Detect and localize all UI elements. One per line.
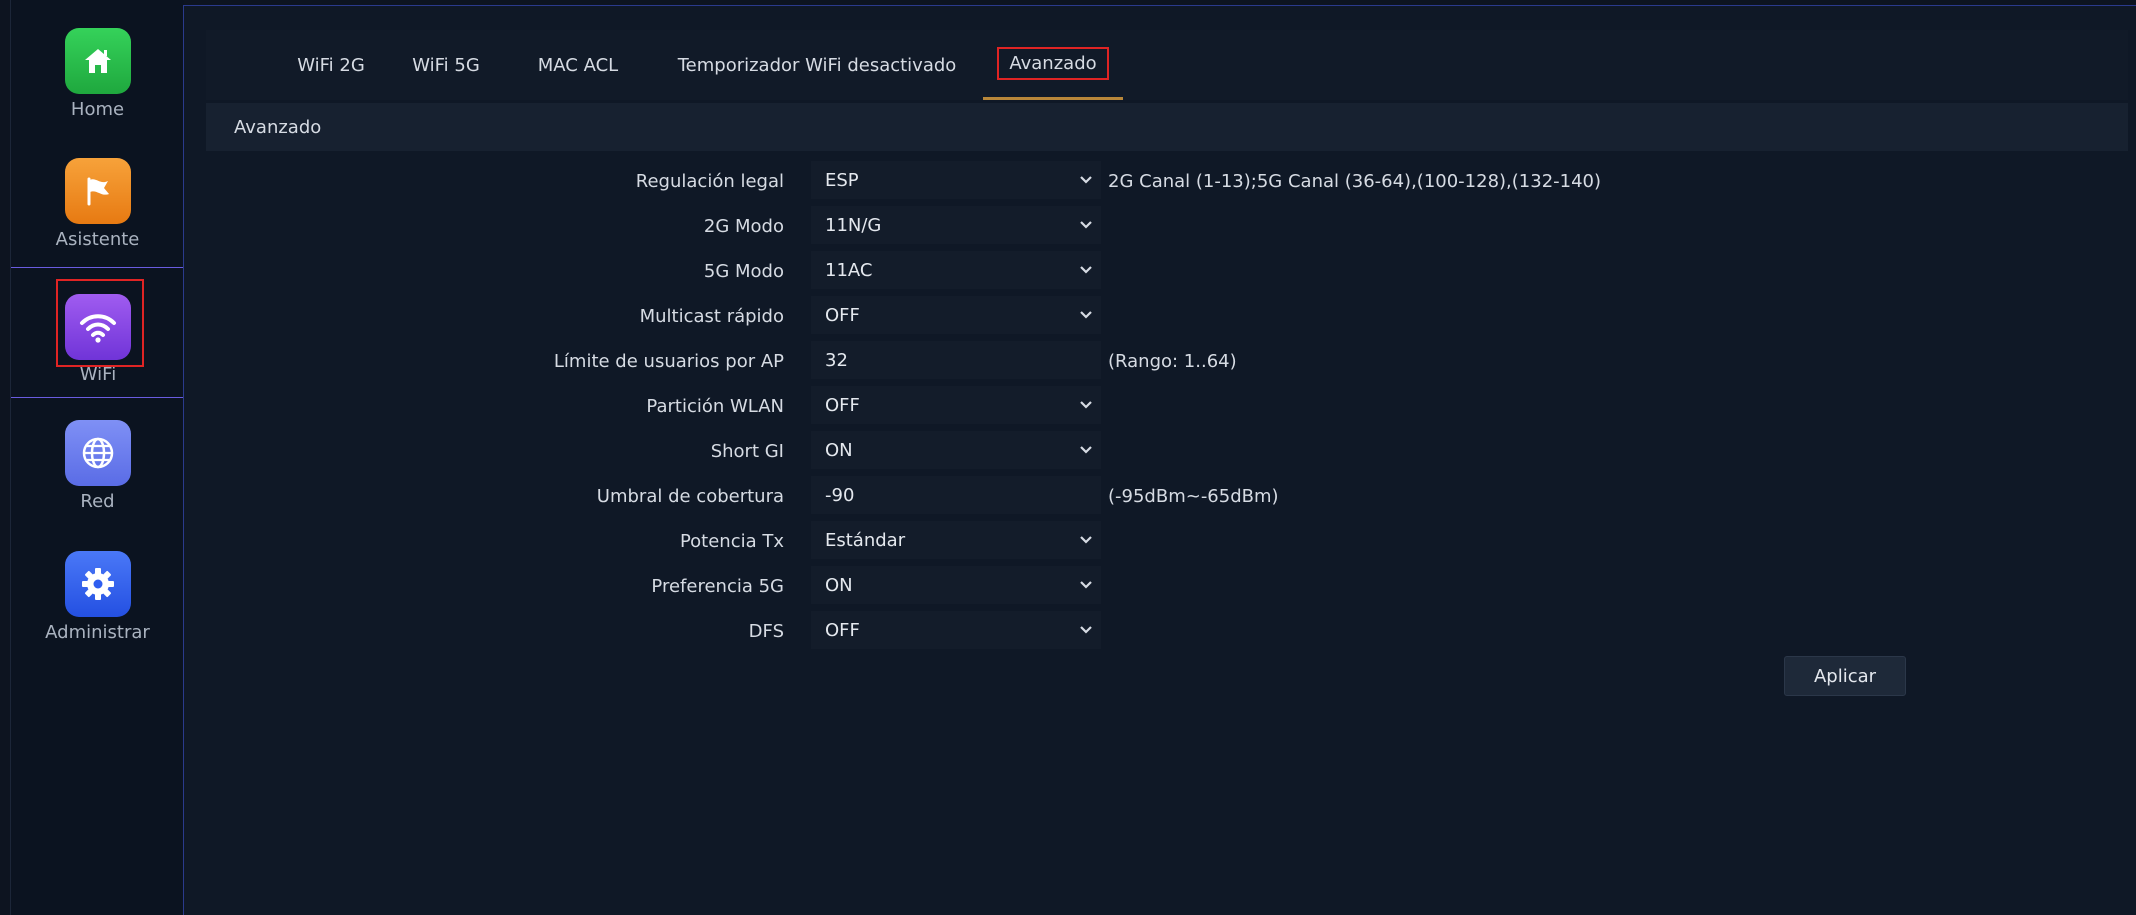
select-value: ON [825,439,853,461]
globe-icon [82,437,113,469]
sidebar-item-label: Red [80,491,115,512]
form-row-potencia-tx: Potencia Tx Estándar [184,521,2136,561]
form-label: Potencia Tx [679,530,784,552]
sidebar-item-label: Asistente [55,229,140,250]
chevron-down-icon [1080,581,1092,589]
form-row-2g-modo: 2G Modo 11N/G [184,206,2136,246]
form-row-preferencia-5g: Preferencia 5G ON [184,566,2136,606]
chevron-down-icon [1080,536,1092,544]
select-value: 11N/G [825,214,882,236]
flag-icon [87,177,109,206]
form-row-short-gi: Short GI ON [184,431,2136,471]
select-value: ESP [825,169,859,191]
5g-modo-select[interactable]: 11AC [811,251,1101,289]
dfs-select[interactable]: OFF [811,611,1101,649]
potencia-tx-select[interactable]: Estándar [811,521,1101,559]
form-row-limite-usuarios: Límite de usuarios por AP 32 (Rango: 1..… [184,341,2136,381]
home-icon [84,49,111,73]
sidebar-item-administrar[interactable]: Administrar [11,523,184,653]
form-label: Umbral de cobertura [596,485,784,507]
sidebar: Home Asistente WiFi Red Administrar [10,0,185,915]
form-row-multicast: Multicast rápido OFF [184,296,2136,336]
form-hint: (-95dBm~-65dBm) [1108,485,1279,507]
chevron-down-icon [1080,626,1092,634]
sidebar-item-asistente[interactable]: Asistente [11,130,184,260]
chevron-down-icon [1080,221,1092,229]
limite-usuarios-input[interactable]: 32 [811,341,1101,379]
form-label: Regulación legal [635,170,784,192]
wifi-highlight-box [56,279,144,367]
chevron-down-icon [1080,401,1092,409]
umbral-cobertura-input[interactable]: -90 [811,476,1101,514]
form-label: 2G Modo [703,215,784,237]
form-label: 5G Modo [703,260,784,282]
sidebar-item-label: WiFi [79,364,117,385]
particion-wlan-select[interactable]: OFF [811,386,1101,424]
advanced-form: Regulación legal ESP 2G Canal (1-13);5G … [184,6,2136,915]
asistente-tile [64,158,131,224]
form-row-dfs: DFS OFF [184,611,2136,651]
red-tile [64,420,131,486]
sidebar-item-red[interactable]: Red [11,392,184,522]
form-label: Short GI [710,440,784,462]
chevron-down-icon [1080,446,1092,454]
gear-icon [81,568,114,600]
short-gi-select[interactable]: ON [811,431,1101,469]
multicast-select[interactable]: OFF [811,296,1101,334]
sidebar-item-label: Home [70,99,125,120]
select-value: OFF [825,619,860,641]
preferencia-5g-select[interactable]: ON [811,566,1101,604]
form-row-regulacion: Regulación legal ESP 2G Canal (1-13);5G … [184,161,2136,201]
main-panel: WiFi 2G WiFi 5G MAC ACL Temporizador WiF… [183,5,2136,915]
select-value: ON [825,574,853,596]
apply-button[interactable]: Aplicar [1784,656,1906,696]
select-value: OFF [825,394,860,416]
form-row-umbral-cobertura: Umbral de cobertura -90 (-95dBm~-65dBm) [184,476,2136,516]
form-label: Preferencia 5G [651,575,784,597]
select-value: 11AC [825,259,873,281]
form-hint: 2G Canal (1-13);5G Canal (36-64),(100-12… [1108,170,1602,192]
2g-modo-select[interactable]: 11N/G [811,206,1101,244]
input-value: 32 [825,349,848,371]
chevron-down-icon [1080,311,1092,319]
form-label: Partición WLAN [646,395,784,417]
select-value: Estándar [825,529,906,551]
regulacion-select[interactable]: ESP [811,161,1101,199]
sidebar-item-label: Administrar [45,622,150,643]
chevron-down-icon [1080,176,1092,184]
form-label: DFS [748,620,784,642]
input-value: -90 [825,484,855,506]
form-hint: (Rango: 1..64) [1108,350,1237,372]
home-tile [64,28,131,94]
form-label: Multicast rápido [639,305,784,327]
sidebar-item-home[interactable]: Home [11,0,184,130]
administrar-tile [64,551,131,617]
form-row-5g-modo: 5G Modo 11AC [184,251,2136,291]
form-label: Límite de usuarios por AP [553,350,784,372]
select-value: OFF [825,304,860,326]
form-row-particion-wlan: Partición WLAN OFF [184,386,2136,426]
chevron-down-icon [1080,266,1092,274]
